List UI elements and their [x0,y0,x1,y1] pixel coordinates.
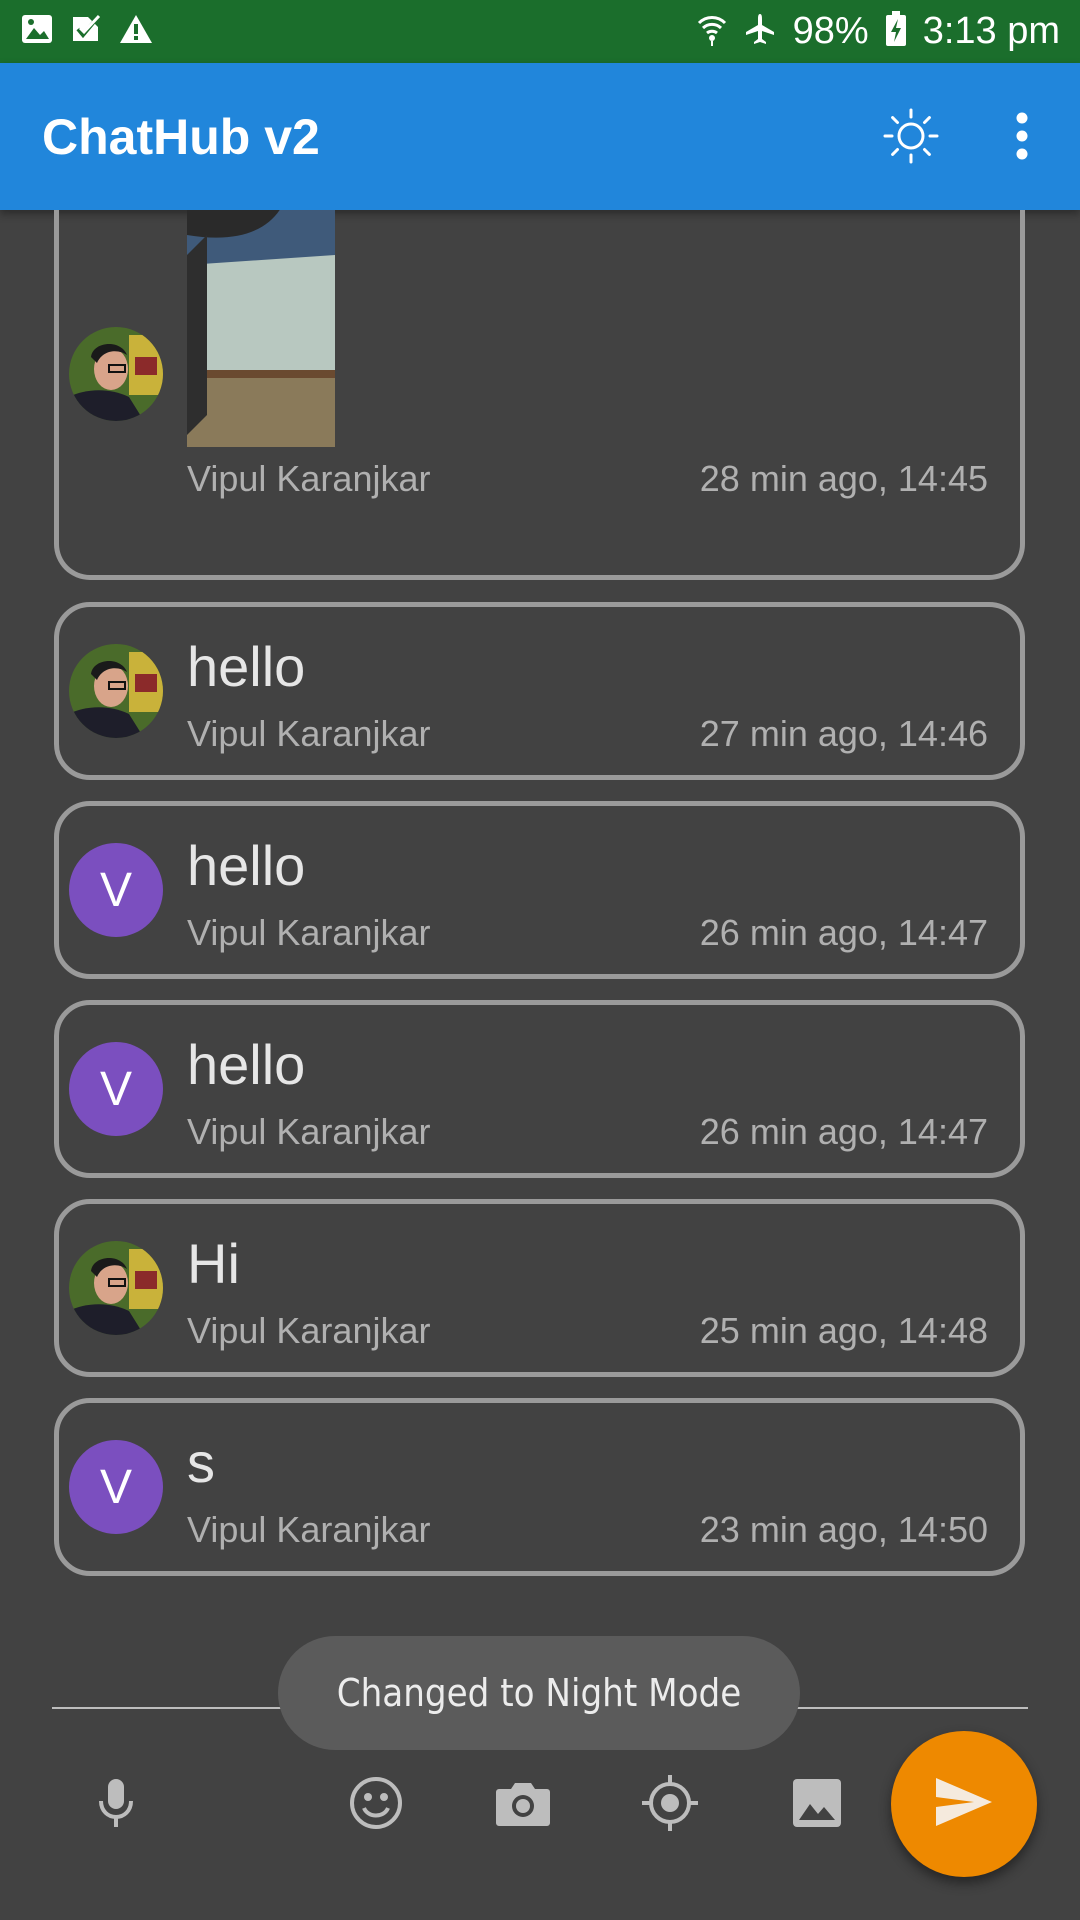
message-list[interactable]: Vipul Karanjkar 28 min ago, 14:45 hello … [0,210,1080,1580]
avatar[interactable]: V [69,1440,163,1534]
image-icon [20,13,54,50]
message-time: 23 min ago, 14:50 [699,1509,988,1550]
mic-button[interactable] [86,1775,146,1835]
battery-charging-icon [885,11,907,52]
send-icon [934,1776,994,1833]
message-sender: Vipul Karanjkar [187,458,431,499]
message-time: 26 min ago, 14:47 [699,1111,988,1152]
status-right: 98% 3:13 pm [697,10,1060,53]
status-bar: 98% 3:13 pm [0,0,1080,63]
avatar[interactable] [69,644,163,738]
camera-icon [495,1779,551,1832]
message-card[interactable]: hello Vipul Karanjkar 27 min ago, 14:46 [54,602,1025,780]
message-sender: Vipul Karanjkar [187,713,431,754]
overflow-menu-button[interactable] [987,103,1057,173]
avatar[interactable]: V [69,1042,163,1136]
send-button[interactable] [891,1731,1037,1877]
toast-text: Changed to Night Mode [336,1671,742,1715]
warning-icon [118,13,154,50]
location-button[interactable] [640,1773,700,1838]
message-text: Hi [187,1232,240,1295]
message-time: 28 min ago, 14:45 [699,458,988,499]
message-time: 27 min ago, 14:46 [699,713,988,754]
avatar[interactable]: V [69,843,163,937]
app-title: ChatHub v2 [42,108,320,165]
gallery-icon [792,1778,842,1833]
location-icon [640,1773,700,1838]
airplane-icon [743,12,777,51]
message-text: hello [187,1033,306,1096]
battery-percent: 98% [792,10,869,52]
message-card[interactable]: Hi Vipul Karanjkar 25 min ago, 14:48 [54,1199,1025,1377]
toast-notification: Changed to Night Mode [278,1636,800,1750]
message-text: hello [187,834,306,897]
brightness-icon [881,106,941,171]
more-vert-icon [1014,112,1030,165]
message-text: hello [187,635,306,698]
wifi-icon [697,11,727,52]
avatar[interactable] [69,1241,163,1335]
message-sender: Vipul Karanjkar [187,912,431,953]
message-sender: Vipul Karanjkar [187,1310,431,1351]
check-note-icon [70,13,102,50]
clock: 3:13 pm [922,10,1060,52]
avatar[interactable] [69,327,163,421]
message-sender: Vipul Karanjkar [187,1509,431,1550]
emoji-button[interactable] [346,1775,406,1835]
status-left [20,13,154,50]
gallery-button[interactable] [787,1775,847,1835]
message-time: 25 min ago, 14:48 [699,1310,988,1351]
emoji-icon [348,1775,404,1836]
message-card[interactable]: V hello Vipul Karanjkar 26 min ago, 14:4… [54,801,1025,979]
message-card[interactable]: V hello Vipul Karanjkar 26 min ago, 14:4… [54,1000,1025,1178]
camera-button[interactable] [493,1775,553,1835]
brightness-button[interactable] [876,103,946,173]
app-bar: ChatHub v2 [0,63,1080,210]
message-sender: Vipul Karanjkar [187,1111,431,1152]
message-image[interactable] [187,210,335,447]
message-card[interactable]: Vipul Karanjkar 28 min ago, 14:45 [54,210,1025,580]
message-text: s [187,1431,215,1494]
mic-icon [96,1777,136,1834]
message-card[interactable]: V s Vipul Karanjkar 23 min ago, 14:50 [54,1398,1025,1576]
message-time: 26 min ago, 14:47 [699,912,988,953]
